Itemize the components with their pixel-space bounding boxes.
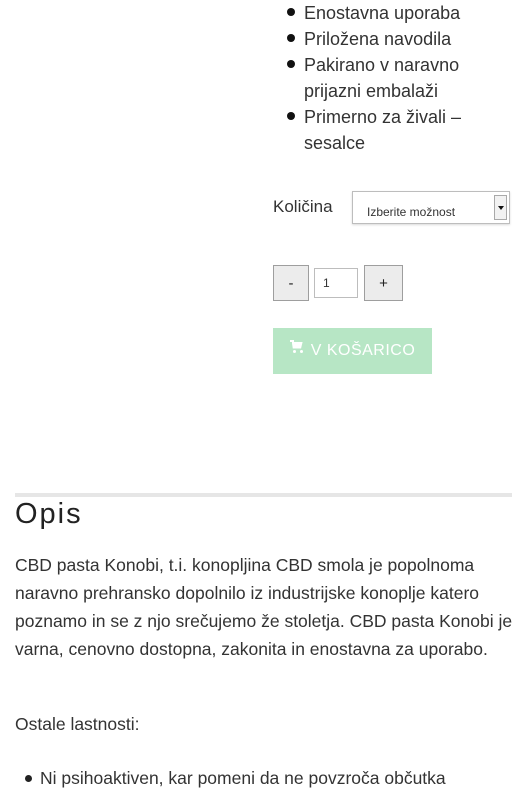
chevron-down-icon [498,206,504,210]
add-to-cart-button[interactable]: V KOŠARICO [273,328,432,374]
feature-item: Priložena navodila [286,26,516,52]
feature-item-label: Pakirano v naravno prijazni embalaži [304,55,460,101]
properties-list: Ni psihoaktiven, kar pomeni da ne povzro… [25,764,525,792]
bullet-icon [25,775,32,782]
bullet-icon [287,8,295,16]
list-item: Ni psihoaktiven, kar pomeni da ne povzro… [25,764,525,792]
add-to-cart-label: V KOŠARICO [310,342,416,359]
feature-item: Primerno za živali – sesalce [286,104,516,156]
feature-item-label: Enostavna uporaba [304,3,461,23]
variant-select-value: Izberite možnost [367,205,456,219]
feature-list: Enostavna uporaba Priložena navodila Pak… [286,0,516,156]
feature-item-label: Primerno za živali – sesalce [304,107,462,153]
section-divider [15,493,512,497]
decrease-quantity-button[interactable]: - [273,265,309,301]
description-heading: Opis [15,498,83,530]
other-properties-label: Ostale lastnosti: [15,714,140,734]
feature-item: Enostavna uporaba [286,0,516,26]
bullet-icon [287,60,295,68]
dropdown-arrow[interactable] [494,195,507,220]
description-text: CBD pasta Konobi, t.i. konopljina CBD sm… [15,555,513,659]
quantity-input[interactable]: 1 [314,268,358,298]
quantity-label: Količina [273,197,333,216]
bullet-icon [287,112,295,120]
list-item-label: Ni psihoaktiven, kar pomeni da ne povzro… [40,768,446,788]
feature-item-label: Priložena navodila [304,29,452,49]
variant-select[interactable]: Izberite možnost [352,191,510,224]
feature-item: Pakirano v naravno prijazni embalaži [286,52,516,104]
bullet-icon [287,34,295,42]
increase-quantity-button[interactable]: + [364,265,403,301]
shopping-cart-icon [289,339,305,353]
